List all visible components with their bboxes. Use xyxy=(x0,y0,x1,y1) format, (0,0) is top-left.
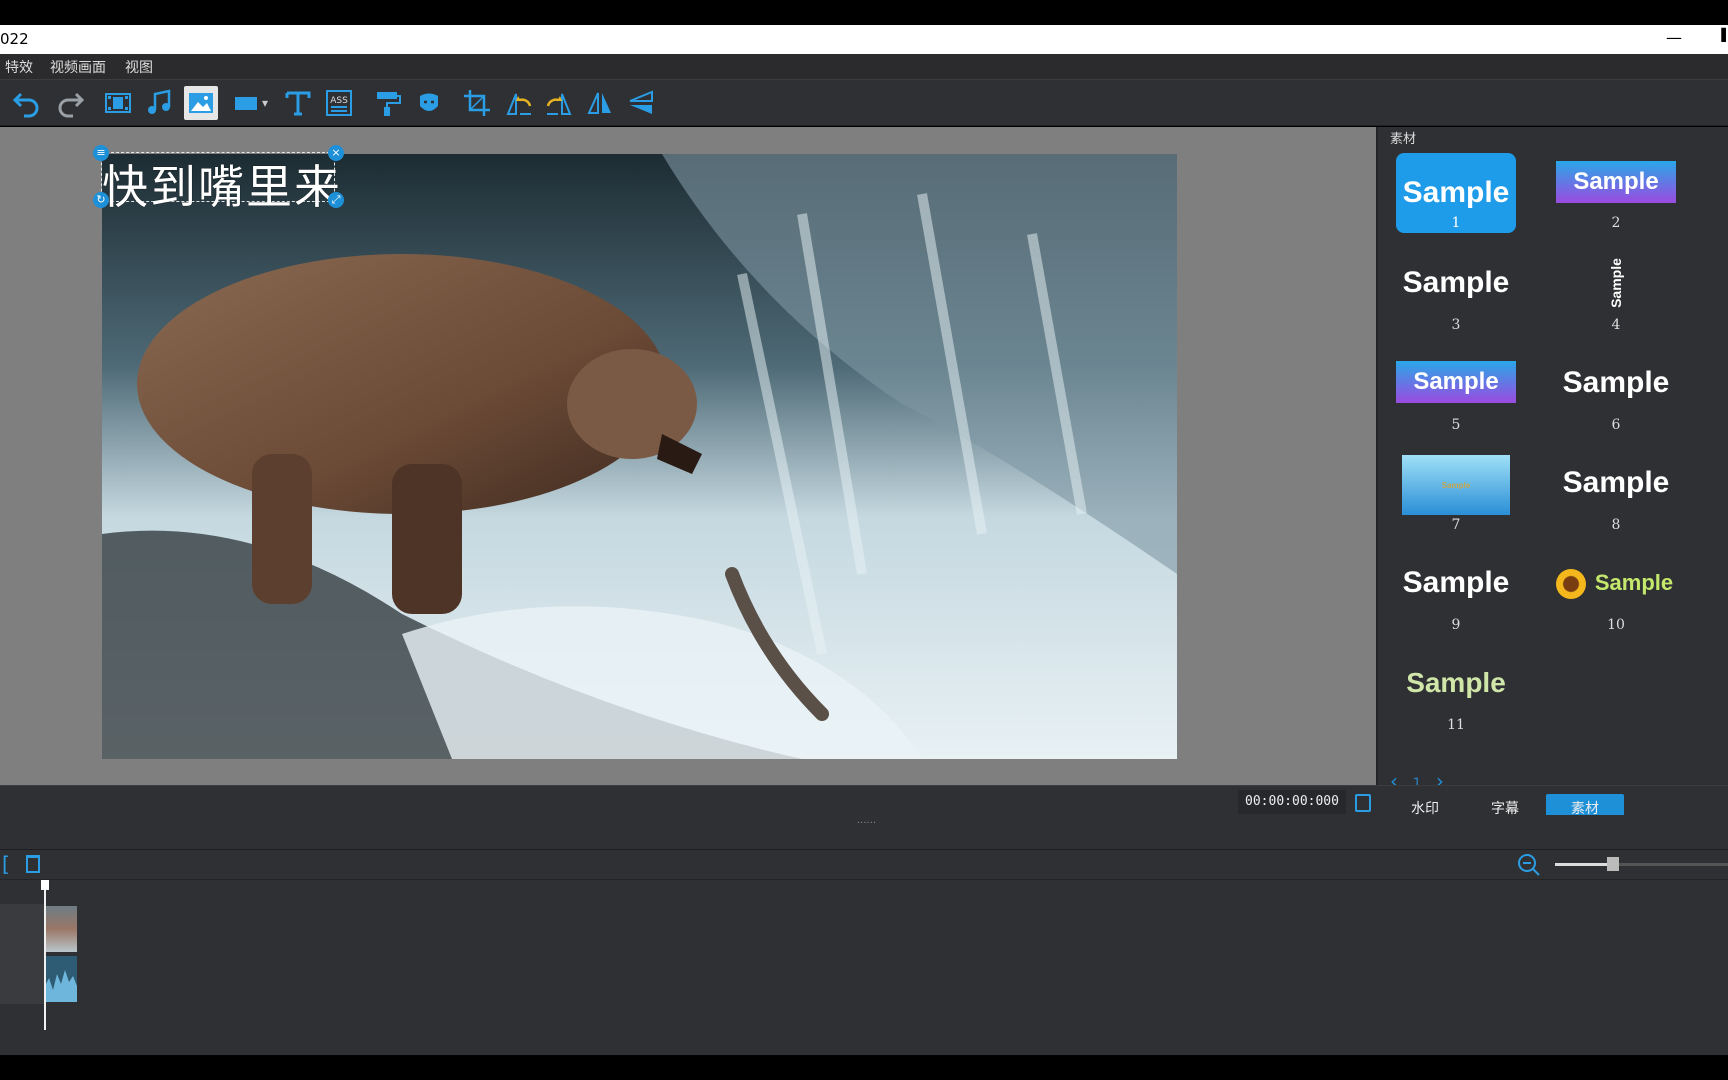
sample-preview: Sample xyxy=(1402,455,1510,515)
bottom-edge xyxy=(0,1055,1728,1080)
sample-preview: Sample xyxy=(1562,366,1670,399)
sample-tile-9[interactable]: Sample 9 xyxy=(1386,549,1526,645)
sample-preview: Sample xyxy=(1402,266,1510,299)
preview-canvas[interactable]: 快到嘴里来 ≡ × ↻ ⤢ xyxy=(0,127,1376,785)
control-strip: 00:00:00:000 水印 字幕 素材 xyxy=(0,785,1728,824)
sample-preview: Sample xyxy=(1406,667,1506,698)
video-frame xyxy=(102,154,1177,759)
sample-tile-7[interactable]: Sample 7 xyxy=(1386,449,1526,545)
flip-vertical-icon[interactable] xyxy=(624,86,658,120)
zoom-fill xyxy=(1555,863,1607,866)
window-title: 022 xyxy=(0,30,29,48)
sample-preview: Sample xyxy=(1594,570,1674,595)
panel-header: 素材 xyxy=(1390,132,1417,147)
rotate-right-icon[interactable] xyxy=(542,86,576,120)
copy-icon[interactable] xyxy=(1355,794,1371,812)
menu-handle-icon[interactable]: ≡ xyxy=(93,145,109,161)
undo-icon[interactable] xyxy=(10,86,44,120)
sample-tile-5[interactable]: Sample 5 xyxy=(1386,349,1526,445)
rotate-handle-icon[interactable]: ↻ xyxy=(93,192,109,208)
timecode-display: 00:00:00:000 xyxy=(1238,790,1346,814)
sample-number: 3 xyxy=(1451,317,1461,333)
track-header xyxy=(0,904,44,1004)
video-icon[interactable] xyxy=(101,86,135,120)
shape-icon[interactable]: ▾ xyxy=(226,86,274,120)
bear-waterfall-image xyxy=(102,154,1177,759)
menu-effects[interactable]: 特效 xyxy=(5,57,33,77)
zoom-knob[interactable] xyxy=(1606,857,1619,871)
panel-splitter[interactable]: ...... xyxy=(0,815,1728,850)
timeline[interactable] xyxy=(0,880,1728,1055)
sample-number: 8 xyxy=(1611,517,1621,533)
sample-number: 6 xyxy=(1611,417,1621,433)
ass-label: ASS xyxy=(330,96,348,106)
sample-preview: Sample xyxy=(1402,566,1510,599)
close-handle-icon[interactable]: × xyxy=(328,145,344,161)
flip-horizontal-icon[interactable] xyxy=(583,86,617,120)
shape-dropdown-icon[interactable]: ▾ xyxy=(262,96,268,110)
window-edge-icon: ▌ xyxy=(1721,28,1728,42)
mask-icon[interactable] xyxy=(412,86,446,120)
rotate-left-icon[interactable] xyxy=(502,86,536,120)
sample-tile-11[interactable]: Sample 11 xyxy=(1386,649,1526,745)
overlay-text[interactable]: 快到嘴里来 xyxy=(102,151,342,217)
material-panel: 素材 Sample 1 Sample 2 Sample 3 Sample 4 S… xyxy=(1376,127,1728,793)
sample-number: 5 xyxy=(1451,417,1461,433)
bracket-icon[interactable]: [ xyxy=(2,852,10,876)
redo-icon[interactable] xyxy=(53,86,87,120)
sample-tile-8[interactable]: Sample 8 xyxy=(1546,449,1686,545)
sample-tile-6[interactable]: Sample 6 xyxy=(1546,349,1686,445)
minimize-button[interactable]: — xyxy=(1660,28,1688,47)
toolbar: ▾ ASS xyxy=(0,79,1728,126)
app-window: 022 — ▌ 特效 视频画面 视图 ▾ ASS 快到嘴里来 ≡ × ↻ ⤢ 素… xyxy=(0,0,1728,1080)
sample-number: 1 xyxy=(1451,215,1461,231)
paint-brush-icon[interactable] xyxy=(370,86,404,120)
video-clip[interactable] xyxy=(45,906,77,952)
sample-tile-3[interactable]: Sample 3 xyxy=(1386,249,1526,345)
sample-number: 9 xyxy=(1451,617,1461,633)
sample-tile-1[interactable]: Sample 1 xyxy=(1386,149,1526,245)
sample-number: 4 xyxy=(1611,317,1621,333)
text-icon[interactable] xyxy=(281,86,315,120)
sample-number: 10 xyxy=(1607,617,1625,633)
delete-icon[interactable] xyxy=(26,855,40,873)
sample-preview: Sample xyxy=(1562,466,1670,499)
menu-video-frame[interactable]: 视频画面 xyxy=(50,57,106,77)
sample-tile-10[interactable]: Sample 10 xyxy=(1546,549,1686,645)
zoom-out-icon[interactable] xyxy=(1516,852,1542,878)
splitter-grip[interactable]: ...... xyxy=(857,815,876,826)
audio-waveform xyxy=(45,970,77,1002)
sample-number: 7 xyxy=(1451,517,1461,533)
sample-number: 11 xyxy=(1447,717,1465,733)
zoom-slider[interactable] xyxy=(1555,857,1728,871)
playhead[interactable] xyxy=(41,880,49,1030)
ass-subtitle-icon[interactable]: ASS xyxy=(322,86,356,120)
sample-tile-4[interactable]: Sample 4 xyxy=(1546,249,1686,345)
playhead-knob[interactable] xyxy=(41,880,49,890)
timeline-toolbar: [ xyxy=(0,850,1728,880)
resize-handle-icon[interactable]: ⤢ xyxy=(328,192,344,208)
menu-view[interactable]: 视图 xyxy=(125,57,153,77)
music-icon[interactable] xyxy=(142,86,176,120)
sunflower-icon xyxy=(1556,569,1586,599)
sample-preview: Sample xyxy=(1396,361,1516,403)
menu-bar: 特效 视频画面 视图 xyxy=(0,54,1728,79)
title-bar: 022 — ▌ xyxy=(0,25,1728,54)
sample-preview: Sample xyxy=(1556,161,1676,203)
image-icon[interactable] xyxy=(184,86,218,120)
audio-clip[interactable] xyxy=(45,956,77,1002)
crop-icon[interactable] xyxy=(460,86,494,120)
